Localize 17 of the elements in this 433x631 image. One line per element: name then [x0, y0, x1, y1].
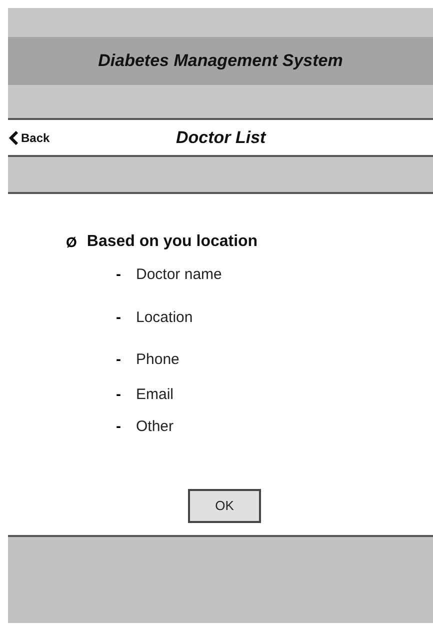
screen-title: Doctor List — [176, 126, 266, 149]
dash-marker: - — [116, 265, 122, 285]
dash-marker: - — [116, 308, 122, 328]
list-item: Doctor name — [136, 265, 222, 285]
back-button[interactable]: Back — [8, 128, 50, 146]
dash-marker: - — [116, 417, 122, 437]
chevron-left-icon — [9, 130, 19, 144]
list-item: Email — [136, 384, 174, 404]
ok-button[interactable]: OK — [188, 488, 261, 522]
list-item: Phone — [136, 350, 180, 370]
app-title: Diabetes Management System — [98, 50, 343, 72]
bullet-symbol: Ø — [66, 232, 77, 252]
section-heading: Based on you location — [86, 232, 258, 252]
list-item: Other — [136, 417, 174, 437]
list-item: Location — [136, 308, 193, 328]
dash-marker: - — [116, 350, 122, 370]
dash-marker: - — [116, 384, 122, 404]
